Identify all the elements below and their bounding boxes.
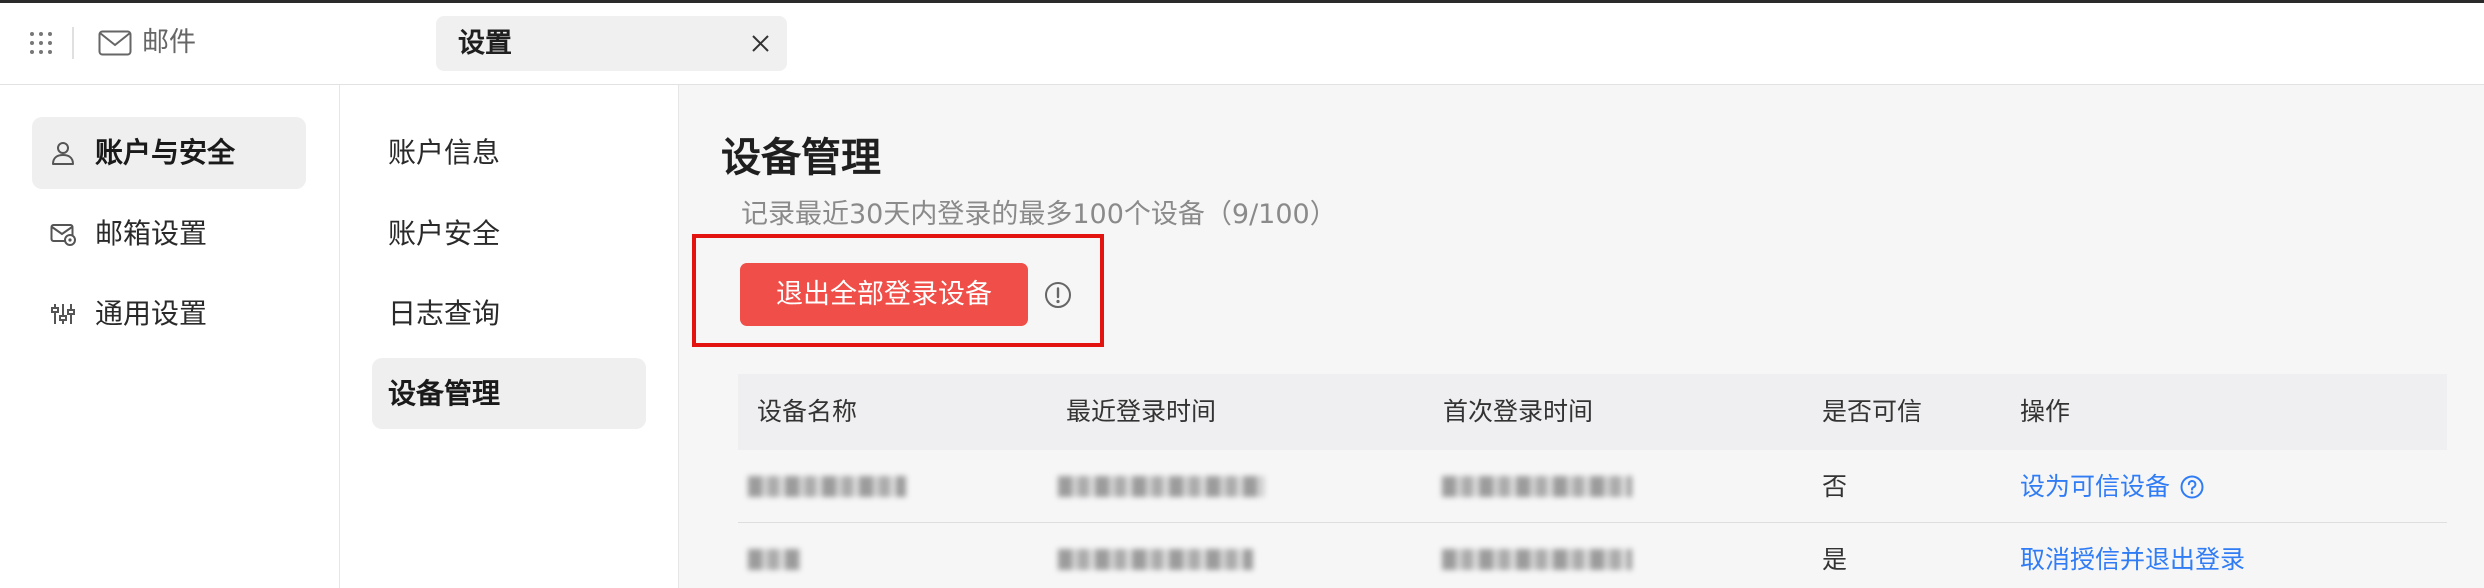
grid-icon[interactable] [29,31,53,55]
settings-sidebar: 账户与安全 邮箱设置 通用设置 [0,85,340,588]
top-bar: 邮件 设置 [0,0,2484,85]
device-management-panel: 设备管理 记录最近30天内登录的最多100个设备（9/100） 退出全部登录设备… [679,85,2484,588]
blurred-device-name [748,476,906,497]
subnav-item-device-management[interactable]: 设备管理 [372,358,646,429]
subnav-item-label: 设备管理 [388,377,501,410]
topbar-divider [72,27,74,59]
column-header-first-login: 首次登录时间 [1443,397,1594,426]
account-security-subnav: 账户信息 账户安全 日志查询 设备管理 [340,85,679,588]
subnav-item-label: 账户安全 [388,217,501,250]
table-row: 否 设为可信设备 [738,450,2447,523]
user-icon [52,142,74,165]
sidebar-item-account-security[interactable]: 账户与安全 [32,117,306,189]
device-table: 设备名称 最近登录时间 首次登录时间 是否可信 操作 否 设为可信设备 是 取消… [738,374,2447,588]
column-header-last-login: 最近登录时间 [1066,397,1217,426]
blurred-first-login-time [1442,549,1632,570]
sidebar-item-label: 账户与安全 [95,136,236,169]
info-icon[interactable] [1044,281,1072,309]
mailbox-settings-icon [50,224,76,246]
trusted-status: 是 [1822,545,1848,574]
close-icon[interactable] [750,33,771,54]
sidebar-item-label: 邮箱设置 [95,217,208,250]
tab-settings[interactable]: 设置 [436,16,787,71]
table-header: 设备名称 最近登录时间 首次登录时间 是否可信 操作 [738,374,2447,450]
app-label-mail[interactable]: 邮件 [142,26,196,60]
subnav-item-account-info[interactable]: 账户信息 [372,117,646,188]
sliders-icon [51,304,75,324]
mail-icon[interactable] [98,30,132,56]
page-title: 设备管理 [721,135,881,181]
blurred-device-name [748,549,800,570]
column-header-actions: 操作 [2020,397,2071,426]
subnav-item-account-security[interactable]: 账户安全 [372,198,646,269]
sidebar-item-mailbox-settings[interactable]: 邮箱设置 [32,198,306,270]
window-top-edge [0,0,2484,3]
table-row: 是 取消授信并退出登录 [738,523,2447,588]
blurred-last-login-time [1058,549,1253,570]
subnav-item-label: 日志查询 [388,297,501,330]
trusted-status: 否 [1822,472,1848,501]
subnav-item-log-query[interactable]: 日志查询 [372,278,646,349]
tab-settings-label: 设置 [458,28,512,59]
logout-all-devices-button[interactable]: 退出全部登录设备 [740,263,1028,326]
set-trusted-device-link[interactable]: 设为可信设备 [2020,450,2204,523]
set-trusted-device-label[interactable]: 设为可信设备 [2020,450,2170,523]
column-header-device-name: 设备名称 [757,397,858,426]
blurred-first-login-time [1442,476,1632,497]
column-header-trusted: 是否可信 [1822,397,1923,426]
question-icon[interactable] [2180,475,2204,499]
revoke-trust-and-logout-link[interactable]: 取消授信并退出登录 [2020,523,2245,588]
page-subtitle: 记录最近30天内登录的最多100个设备（9/100） [741,199,1337,230]
subnav-item-label: 账户信息 [388,136,501,169]
sidebar-item-general-settings[interactable]: 通用设置 [32,278,306,350]
sidebar-item-label: 通用设置 [95,297,208,330]
blurred-last-login-time [1058,476,1264,497]
